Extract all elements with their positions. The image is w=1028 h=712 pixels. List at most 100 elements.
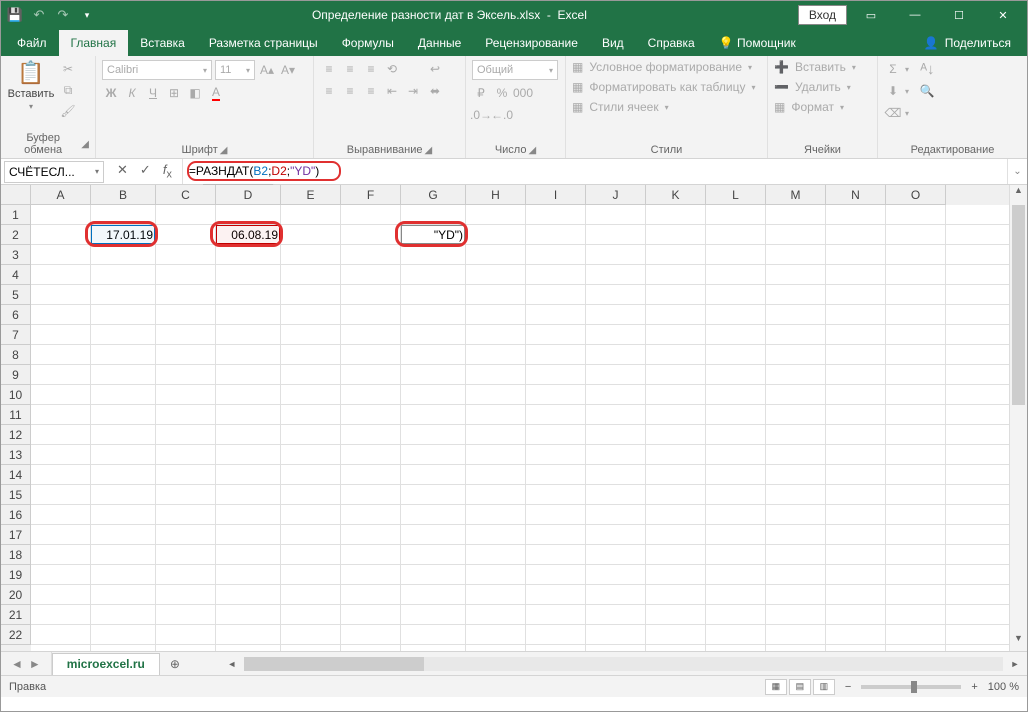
insert-cells-button[interactable]: ➕Вставить▾ (774, 60, 856, 74)
tab-view[interactable]: Вид (590, 30, 636, 56)
zoom-handle[interactable] (911, 681, 917, 693)
name-box[interactable]: СЧЁТЕСЛ...▾ (4, 161, 104, 183)
decrease-decimal-icon[interactable]: ←.0 (493, 106, 511, 124)
qat-customize-icon[interactable]: ▾ (79, 7, 95, 23)
select-all-button[interactable] (1, 185, 31, 205)
clear-icon[interactable]: ⌫ (884, 104, 902, 122)
row-header-12[interactable]: 12 (1, 425, 31, 445)
wrap-text-icon[interactable]: ↩ (426, 60, 444, 78)
font-color-icon[interactable]: A (207, 84, 225, 102)
number-format-combo[interactable]: Общий▾ (472, 60, 558, 80)
comma-icon[interactable]: 000 (514, 84, 532, 102)
format-as-table-button[interactable]: ▦Форматировать как таблицу▾ (572, 80, 756, 94)
row-header-1[interactable]: 1 (1, 205, 31, 225)
align-left-icon[interactable]: ≡ (320, 82, 338, 100)
formula-input[interactable]: =РАЗНДАТ(B2;D2;"YD") РАЗНДАТ() (182, 159, 1007, 184)
tab-help[interactable]: Справка (636, 30, 707, 56)
underline-icon[interactable]: Ч (144, 84, 162, 102)
row-header-22[interactable]: 22 (1, 625, 31, 645)
decrease-font-icon[interactable]: A▾ (279, 61, 297, 79)
scroll-down-icon[interactable]: ▼ (1010, 633, 1027, 651)
bold-icon[interactable]: Ж (102, 84, 120, 102)
border-icon[interactable]: ⊞ (165, 84, 183, 102)
fill-icon[interactable]: ⬇ (884, 82, 902, 100)
cancel-formula-icon[interactable]: ✕ (117, 162, 128, 181)
view-page-layout-icon[interactable]: ▤ (789, 679, 811, 695)
zoom-in-icon[interactable]: + (971, 681, 977, 693)
currency-icon[interactable]: ₽ (472, 84, 490, 102)
row-header-3[interactable]: 3 (1, 245, 31, 265)
row-header-2[interactable]: 2 (1, 225, 31, 245)
sort-filter-icon[interactable]: ᴬ↓ (918, 60, 936, 78)
row-header-18[interactable]: 18 (1, 545, 31, 565)
tab-insert[interactable]: Вставка (128, 30, 197, 56)
hscroll-thumb[interactable] (244, 657, 424, 671)
fx-icon[interactable]: fx (163, 162, 172, 181)
font-name-combo[interactable]: Calibri▾ (102, 60, 212, 80)
horizontal-scrollbar[interactable]: ◄ ► (220, 652, 1027, 675)
dialog-launcher-icon[interactable]: ◢ (425, 145, 433, 156)
tab-review[interactable]: Рецензирование (473, 30, 590, 56)
row-header-11[interactable]: 11 (1, 405, 31, 425)
row-header-14[interactable]: 14 (1, 465, 31, 485)
align-middle-icon[interactable]: ≡ (341, 60, 359, 78)
col-header-J[interactable]: J (586, 185, 646, 205)
align-bottom-icon[interactable]: ≡ (362, 60, 380, 78)
row-header-16[interactable]: 16 (1, 505, 31, 525)
col-header-M[interactable]: M (766, 185, 826, 205)
view-page-break-icon[interactable]: ▥ (813, 679, 835, 695)
row-header-6[interactable]: 6 (1, 305, 31, 325)
cells-area[interactable]: 17.01.1906.08.19"YD") (31, 205, 1009, 651)
col-header-B[interactable]: B (91, 185, 156, 205)
col-header-C[interactable]: C (156, 185, 216, 205)
increase-decimal-icon[interactable]: .0→ (472, 106, 490, 124)
row-header-21[interactable]: 21 (1, 605, 31, 625)
align-top-icon[interactable]: ≡ (320, 60, 338, 78)
scroll-left-icon[interactable]: ◄ (224, 659, 240, 669)
tab-file[interactable]: Файл (5, 30, 59, 56)
maximize-icon[interactable]: ☐ (939, 1, 979, 29)
col-header-G[interactable]: G (401, 185, 466, 205)
align-right-icon[interactable]: ≡ (362, 82, 380, 100)
enter-formula-icon[interactable]: ✓ (140, 162, 151, 181)
increase-font-icon[interactable]: A▴ (258, 61, 276, 79)
row-header-13[interactable]: 13 (1, 445, 31, 465)
copy-icon[interactable]: ⧉ (59, 81, 77, 99)
undo-icon[interactable]: ↶ (31, 7, 47, 23)
dialog-launcher-icon[interactable]: ◢ (528, 145, 536, 156)
cell-styles-button[interactable]: ▦Стили ячеек▾ (572, 100, 756, 114)
col-header-D[interactable]: D (216, 185, 281, 205)
scroll-right-icon[interactable]: ► (1007, 659, 1023, 669)
row-header-17[interactable]: 17 (1, 525, 31, 545)
col-header-A[interactable]: A (31, 185, 91, 205)
view-normal-icon[interactable]: ▦ (765, 679, 787, 695)
hscroll-track[interactable] (244, 657, 1003, 671)
expand-formula-bar-icon[interactable]: ⌄ (1007, 159, 1027, 184)
italic-icon[interactable]: К (123, 84, 141, 102)
row-header-5[interactable]: 5 (1, 285, 31, 305)
row-header-15[interactable]: 15 (1, 485, 31, 505)
col-header-N[interactable]: N (826, 185, 886, 205)
row-header-7[interactable]: 7 (1, 325, 31, 345)
signin-button[interactable]: Вход (798, 5, 847, 25)
col-header-F[interactable]: F (341, 185, 401, 205)
tab-home[interactable]: Главная (59, 30, 129, 56)
sheet-prev-icon[interactable]: ◄ (11, 657, 23, 671)
chevron-down-icon[interactable]: ▾ (95, 167, 99, 176)
tab-layout[interactable]: Разметка страницы (197, 30, 330, 56)
col-header-O[interactable]: O (886, 185, 946, 205)
dialog-launcher-icon[interactable]: ◢ (220, 145, 228, 156)
row-header-8[interactable]: 8 (1, 345, 31, 365)
col-header-K[interactable]: K (646, 185, 706, 205)
scroll-thumb[interactable] (1012, 205, 1025, 405)
zoom-level[interactable]: 100 % (988, 681, 1019, 693)
tab-formulas[interactable]: Формулы (330, 30, 406, 56)
orientation-icon[interactable]: ⟲ (383, 60, 401, 78)
find-icon[interactable]: 🔍 (918, 82, 936, 100)
add-sheet-button[interactable]: ⊕ (160, 652, 190, 675)
col-header-L[interactable]: L (706, 185, 766, 205)
row-header-10[interactable]: 10 (1, 385, 31, 405)
cut-icon[interactable]: ✂ (59, 60, 77, 78)
sheet-tab-active[interactable]: microexcel.ru (52, 653, 160, 675)
vertical-scrollbar[interactable]: ▲ ▼ (1009, 185, 1027, 651)
